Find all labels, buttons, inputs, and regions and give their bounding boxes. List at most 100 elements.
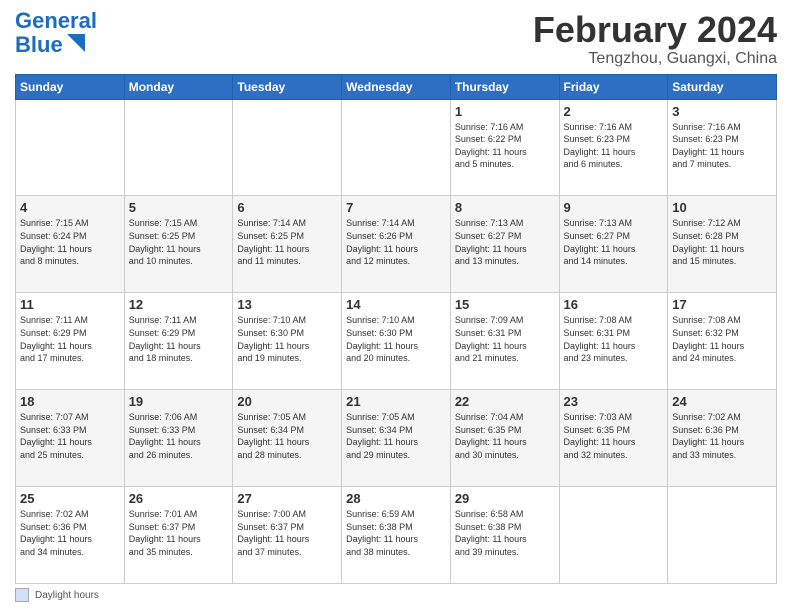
table-row (124, 99, 233, 196)
day-number: 9 (564, 200, 664, 215)
col-sunday: Sunday (16, 74, 125, 99)
day-number: 21 (346, 394, 446, 409)
day-info: Sunrise: 7:05 AM Sunset: 6:34 PM Dayligh… (346, 411, 446, 461)
day-info: Sunrise: 7:02 AM Sunset: 6:36 PM Dayligh… (672, 411, 772, 461)
table-row: 21 Sunrise: 7:05 AM Sunset: 6:34 PM Dayli… (342, 390, 451, 487)
logo-general: General (15, 8, 97, 33)
day-info: Sunrise: 7:09 AM Sunset: 6:31 PM Dayligh… (455, 314, 555, 364)
col-monday: Monday (124, 74, 233, 99)
logo-arrow-icon (67, 34, 85, 52)
day-number: 16 (564, 297, 664, 312)
day-number: 27 (237, 491, 337, 506)
day-info: Sunrise: 7:10 AM Sunset: 6:30 PM Dayligh… (237, 314, 337, 364)
calendar-week-row: 18 Sunrise: 7:07 AM Sunset: 6:33 PM Dayli… (16, 390, 777, 487)
table-row: 28 Sunrise: 6:59 AM Sunset: 6:38 PM Dayli… (342, 487, 451, 584)
table-row (16, 99, 125, 196)
calendar-table: Sunday Monday Tuesday Wednesday Thursday… (15, 74, 777, 584)
day-number: 6 (237, 200, 337, 215)
day-number: 13 (237, 297, 337, 312)
page-header: General Blue February 2024 Tengzhou, Gua… (15, 10, 777, 68)
day-number: 5 (129, 200, 229, 215)
table-row: 18 Sunrise: 7:07 AM Sunset: 6:33 PM Dayli… (16, 390, 125, 487)
table-row: 23Sunrise: 7:03 AM Sunset: 6:35 PM Dayli… (559, 390, 668, 487)
logo-blue: Blue (15, 34, 63, 56)
calendar-header-row: Sunday Monday Tuesday Wednesday Thursday… (16, 74, 777, 99)
table-row: 14 Sunrise: 7:10 AM Sunset: 6:30 PM Dayli… (342, 293, 451, 390)
table-row: 3Sunrise: 7:16 AM Sunset: 6:23 PM Daylig… (668, 99, 777, 196)
col-tuesday: Tuesday (233, 74, 342, 99)
day-number: 17 (672, 297, 772, 312)
table-row: 24 Sunrise: 7:02 AM Sunset: 6:36 PM Dayli… (668, 390, 777, 487)
day-info: Sunrise: 7:05 AM Sunset: 6:34 PM Dayligh… (237, 411, 337, 461)
day-info: Sunrise: 7:16 AM Sunset: 6:23 PM Dayligh… (564, 121, 664, 171)
day-number: 28 (346, 491, 446, 506)
table-row: 11 Sunrise: 7:11 AM Sunset: 6:29 PM Dayli… (16, 293, 125, 390)
title-block: February 2024 Tengzhou, Guangxi, China (533, 10, 777, 68)
table-row: 2 Sunrise: 7:16 AM Sunset: 6:23 PM Daylig… (559, 99, 668, 196)
table-row: 27 Sunrise: 7:00 AM Sunset: 6:37 PM Dayli… (233, 487, 342, 584)
day-info: Sunrise: 7:06 AM Sunset: 6:33 PM Dayligh… (129, 411, 229, 461)
table-row: 15 Sunrise: 7:09 AM Sunset: 6:31 PM Dayli… (450, 293, 559, 390)
day-info: Sunrise: 7:00 AM Sunset: 6:37 PM Dayligh… (237, 508, 337, 558)
day-info: Sunrise: 7:12 AM Sunset: 6:28 PM Dayligh… (672, 217, 772, 267)
day-number: 25 (20, 491, 120, 506)
day-info: Sunrise: 6:59 AM Sunset: 6:38 PM Dayligh… (346, 508, 446, 558)
day-info: Sunrise: 7:08 AM Sunset: 6:31 PM Dayligh… (564, 314, 664, 364)
day-info: Sunrise: 7:14 AM Sunset: 6:25 PM Dayligh… (237, 217, 337, 267)
table-row: 16 Sunrise: 7:08 AM Sunset: 6:31 PM Dayli… (559, 293, 668, 390)
day-number: 24 (672, 394, 772, 409)
footer: Daylight hours (15, 588, 777, 602)
legend-box (15, 588, 29, 602)
day-info: Sunrise: 7:15 AM Sunset: 6:25 PM Dayligh… (129, 217, 229, 267)
day-number: 20 (237, 394, 337, 409)
table-row: 13 Sunrise: 7:10 AM Sunset: 6:30 PM Dayli… (233, 293, 342, 390)
table-row: 5 Sunrise: 7:15 AM Sunset: 6:25 PM Daylig… (124, 196, 233, 293)
calendar-week-row: 1 Sunrise: 7:16 AM Sunset: 6:22 PM Daylig… (16, 99, 777, 196)
day-info: Sunrise: 7:14 AM Sunset: 6:26 PM Dayligh… (346, 217, 446, 267)
table-row: 26Sunrise: 7:01 AM Sunset: 6:37 PM Dayli… (124, 487, 233, 584)
table-row: 4Sunrise: 7:15 AM Sunset: 6:24 PM Daylig… (16, 196, 125, 293)
day-info: Sunrise: 7:16 AM Sunset: 6:22 PM Dayligh… (455, 121, 555, 171)
day-info: Sunrise: 7:11 AM Sunset: 6:29 PM Dayligh… (20, 314, 120, 364)
day-number: 7 (346, 200, 446, 215)
table-row: 10Sunrise: 7:12 AM Sunset: 6:28 PM Dayli… (668, 196, 777, 293)
day-number: 12 (129, 297, 229, 312)
col-friday: Friday (559, 74, 668, 99)
table-row (233, 99, 342, 196)
day-info: Sunrise: 7:10 AM Sunset: 6:30 PM Dayligh… (346, 314, 446, 364)
page-location: Tengzhou, Guangxi, China (533, 50, 777, 68)
day-info: Sunrise: 7:01 AM Sunset: 6:37 PM Dayligh… (129, 508, 229, 558)
table-row: 19 Sunrise: 7:06 AM Sunset: 6:33 PM Dayli… (124, 390, 233, 487)
day-info: Sunrise: 7:07 AM Sunset: 6:33 PM Dayligh… (20, 411, 120, 461)
table-row: 7 Sunrise: 7:14 AM Sunset: 6:26 PM Daylig… (342, 196, 451, 293)
col-wednesday: Wednesday (342, 74, 451, 99)
table-row (342, 99, 451, 196)
table-row: 17 Sunrise: 7:08 AM Sunset: 6:32 PM Dayli… (668, 293, 777, 390)
day-info: Sunrise: 6:58 AM Sunset: 6:38 PM Dayligh… (455, 508, 555, 558)
day-info: Sunrise: 7:04 AM Sunset: 6:35 PM Dayligh… (455, 411, 555, 461)
page-title: February 2024 (533, 10, 777, 50)
day-info: Sunrise: 7:13 AM Sunset: 6:27 PM Dayligh… (564, 217, 664, 267)
day-number: 4 (20, 200, 120, 215)
table-row: 1 Sunrise: 7:16 AM Sunset: 6:22 PM Daylig… (450, 99, 559, 196)
day-number: 11 (20, 297, 120, 312)
day-info: Sunrise: 7:08 AM Sunset: 6:32 PM Dayligh… (672, 314, 772, 364)
day-number: 15 (455, 297, 555, 312)
day-number: 23 (564, 394, 664, 409)
day-number: 19 (129, 394, 229, 409)
calendar-week-row: 4Sunrise: 7:15 AM Sunset: 6:24 PM Daylig… (16, 196, 777, 293)
day-number: 1 (455, 104, 555, 119)
day-number: 22 (455, 394, 555, 409)
col-saturday: Saturday (668, 74, 777, 99)
logo: General Blue (15, 10, 97, 57)
day-number: 2 (564, 104, 664, 119)
day-number: 14 (346, 297, 446, 312)
day-number: 18 (20, 394, 120, 409)
table-row: 25Sunrise: 7:02 AM Sunset: 6:36 PM Dayli… (16, 487, 125, 584)
day-number: 29 (455, 491, 555, 506)
table-row: 12Sunrise: 7:11 AM Sunset: 6:29 PM Dayli… (124, 293, 233, 390)
calendar-week-row: 11 Sunrise: 7:11 AM Sunset: 6:29 PM Dayli… (16, 293, 777, 390)
table-row: 29 Sunrise: 6:58 AM Sunset: 6:38 PM Dayli… (450, 487, 559, 584)
table-row (668, 487, 777, 584)
day-number: 8 (455, 200, 555, 215)
